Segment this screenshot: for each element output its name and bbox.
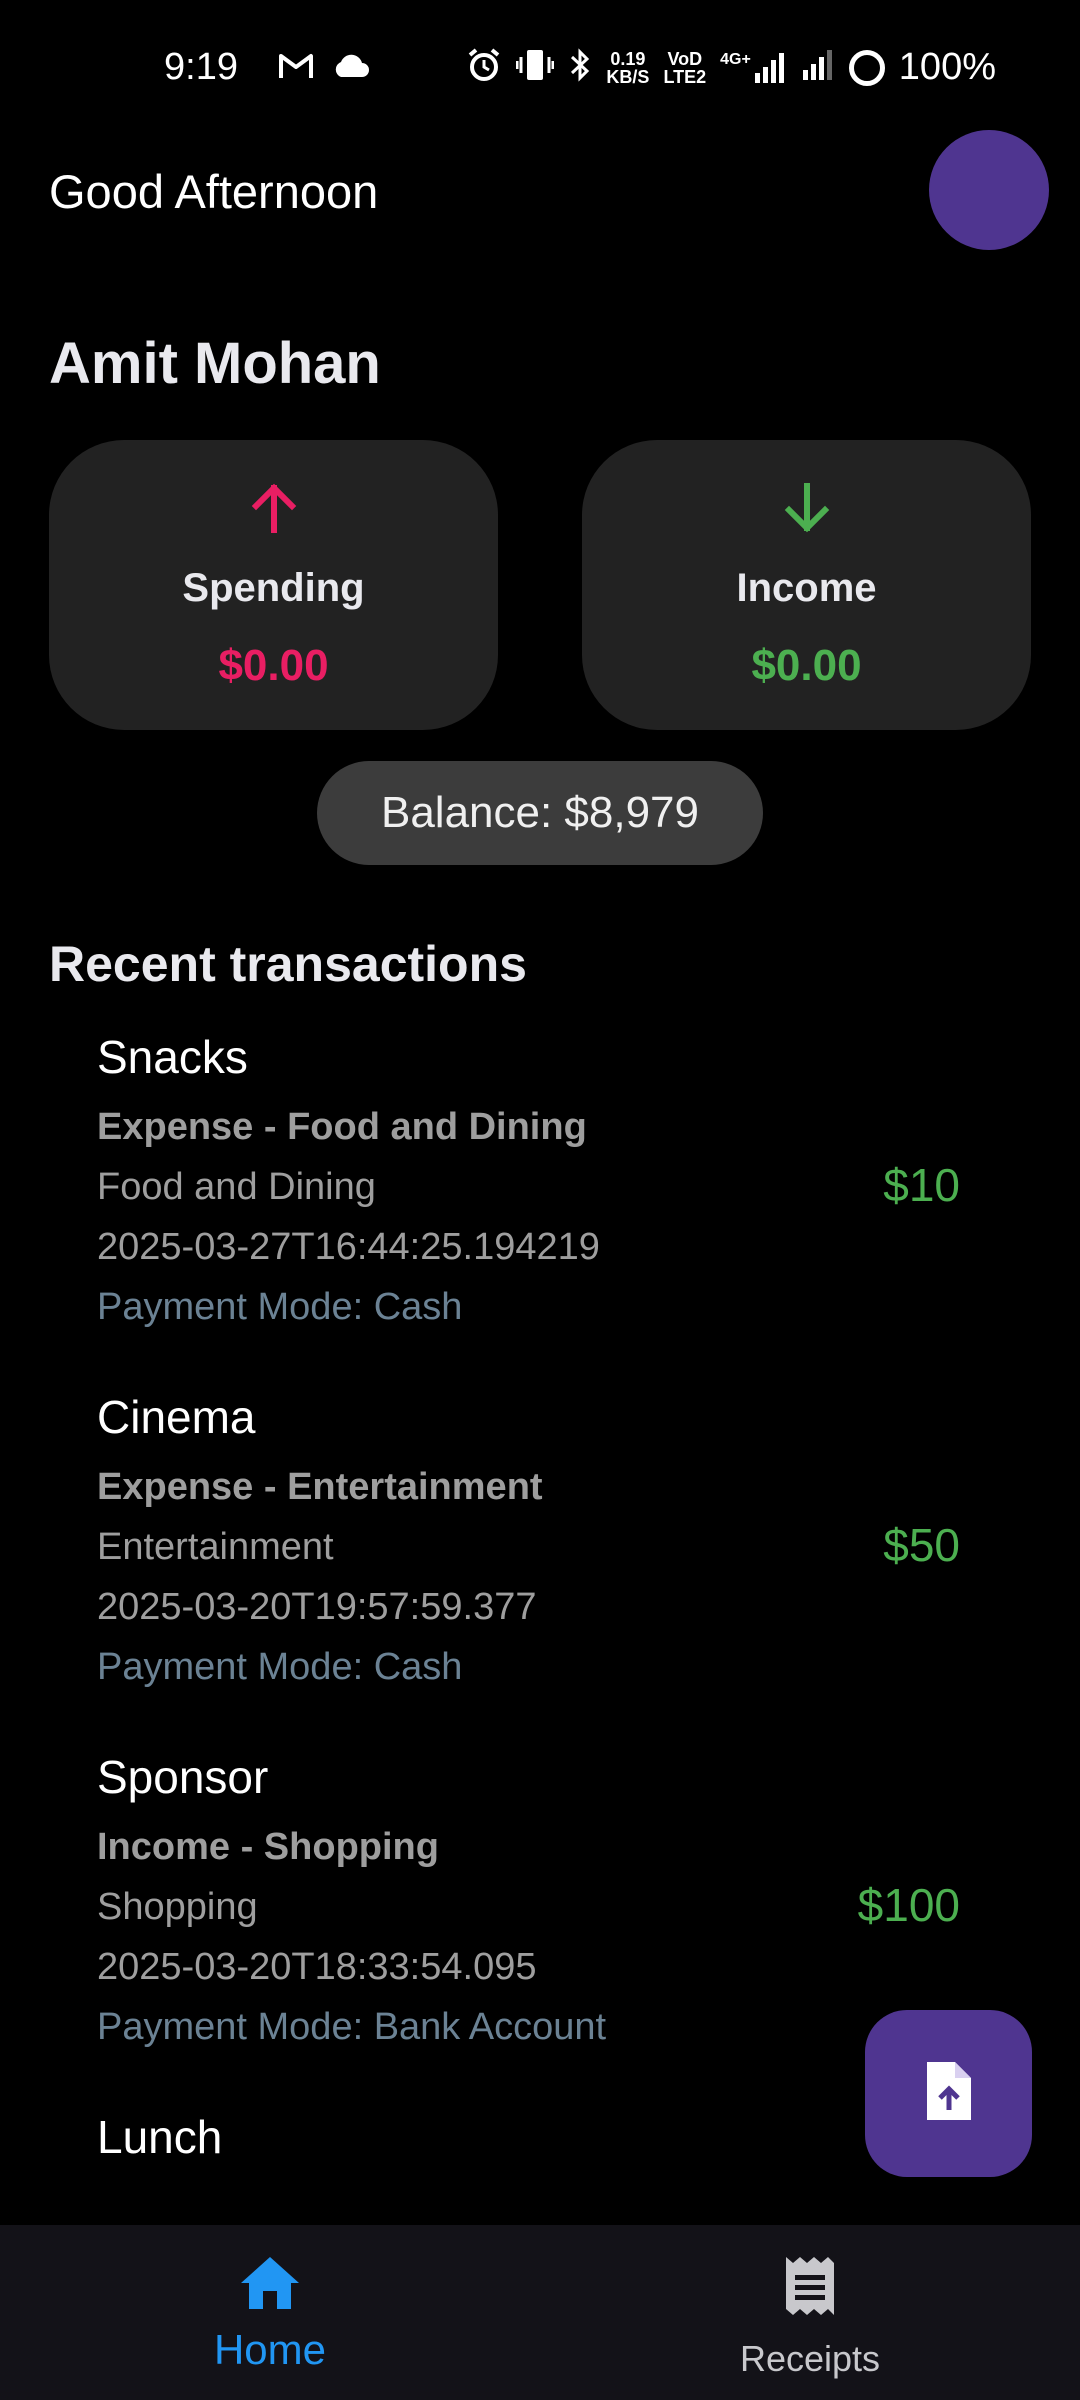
transaction-date: 2025-03-20T19:57:59.377	[97, 1586, 537, 1628]
network-type: 4G+	[720, 50, 751, 68]
transaction-title: Cinema	[97, 1391, 256, 1443]
income-card[interactable]: Income $0.00	[582, 440, 1031, 730]
transaction-title: Snacks	[97, 1031, 248, 1083]
transaction-type: Expense - Entertainment	[97, 1466, 543, 1508]
nav-receipts-label: Receipts	[739, 2338, 881, 2379]
notification-icons	[278, 52, 370, 85]
battery-icon	[848, 49, 885, 86]
income-amount: $0.00	[751, 641, 862, 690]
file-upload-icon	[921, 2058, 977, 2129]
net-speed: 0.19 KB/S	[606, 50, 649, 86]
greeting: Good Afternoon	[49, 165, 379, 218]
spending-card[interactable]: Spending $0.00	[49, 440, 498, 730]
transaction-date: 2025-03-20T18:33:54.095	[97, 1946, 537, 1988]
arrow-up-icon	[244, 478, 304, 538]
transaction-title: Sponsor	[97, 1751, 269, 1803]
bottom-navigation: Home Receipts	[0, 2225, 1080, 2400]
transaction-amount: $100	[857, 1879, 960, 1931]
transaction-payment-mode: Payment Mode: Cash	[97, 1646, 463, 1688]
transaction-type: Expense - Food and Dining	[97, 1106, 587, 1148]
cloud-icon	[332, 54, 370, 83]
volte-indicator: VoD LTE2	[663, 50, 706, 86]
user-name: Amit Mohan	[49, 331, 381, 396]
receipt-icon	[782, 2255, 838, 2322]
spending-amount: $0.00	[218, 641, 329, 690]
net-speed-value: 0.19	[610, 48, 646, 69]
income-label: Income	[736, 566, 877, 610]
arrow-down-icon	[777, 478, 837, 538]
transaction-title: Lunch	[97, 2111, 223, 2163]
status-bar: 9:19 0.19 KB/S VoD LTE2 4G+ 100%	[0, 0, 1080, 130]
nav-home-label: Home	[213, 2326, 327, 2373]
transaction-payment-mode: Payment Mode: Bank Account	[97, 2006, 607, 2048]
vibrate-icon	[515, 47, 555, 88]
volte-top: VoD	[667, 48, 703, 69]
transaction-item[interactable]: Snacks Expense - Food and Dining Food an…	[0, 1030, 1080, 1390]
nav-receipts[interactable]: Receipts	[660, 2255, 960, 2380]
gmail-icon	[278, 52, 314, 85]
nav-home[interactable]: Home	[120, 2255, 420, 2374]
transaction-amount: $10	[883, 1159, 960, 1211]
home-screen: 9:19 0.19 KB/S VoD LTE2 4G+ 100% Good Af…	[0, 0, 1080, 2400]
transaction-category: Food and Dining	[97, 1166, 376, 1208]
volte-bottom: LTE2	[663, 66, 707, 87]
transaction-category: Shopping	[97, 1886, 258, 1928]
avatar[interactable]	[929, 130, 1049, 250]
signal-icon	[801, 48, 835, 87]
home-icon	[239, 2255, 301, 2316]
alarm-icon	[466, 47, 502, 88]
signal-icon: 4G+	[720, 51, 787, 85]
spending-label: Spending	[182, 566, 365, 610]
bluetooth-icon	[568, 47, 592, 88]
transaction-amount: $50	[883, 1519, 960, 1571]
section-title: Recent transactions	[49, 936, 527, 992]
status-time: 9:19	[164, 46, 238, 88]
battery-percent: 100%	[898, 46, 996, 88]
net-speed-unit: KB/S	[606, 66, 650, 87]
balance-pill: Balance: $8,979	[317, 761, 763, 865]
transaction-payment-mode: Payment Mode: Cash	[97, 1286, 463, 1328]
transaction-item[interactable]: Cinema Expense - Entertainment Entertain…	[0, 1390, 1080, 1750]
transaction-type: Income - Shopping	[97, 1826, 439, 1868]
upload-receipt-button[interactable]	[865, 2010, 1032, 2177]
system-icons: 0.19 KB/S VoD LTE2 4G+ 100%	[466, 46, 996, 89]
transaction-date: 2025-03-27T16:44:25.194219	[97, 1226, 600, 1268]
transaction-category: Entertainment	[97, 1526, 334, 1568]
